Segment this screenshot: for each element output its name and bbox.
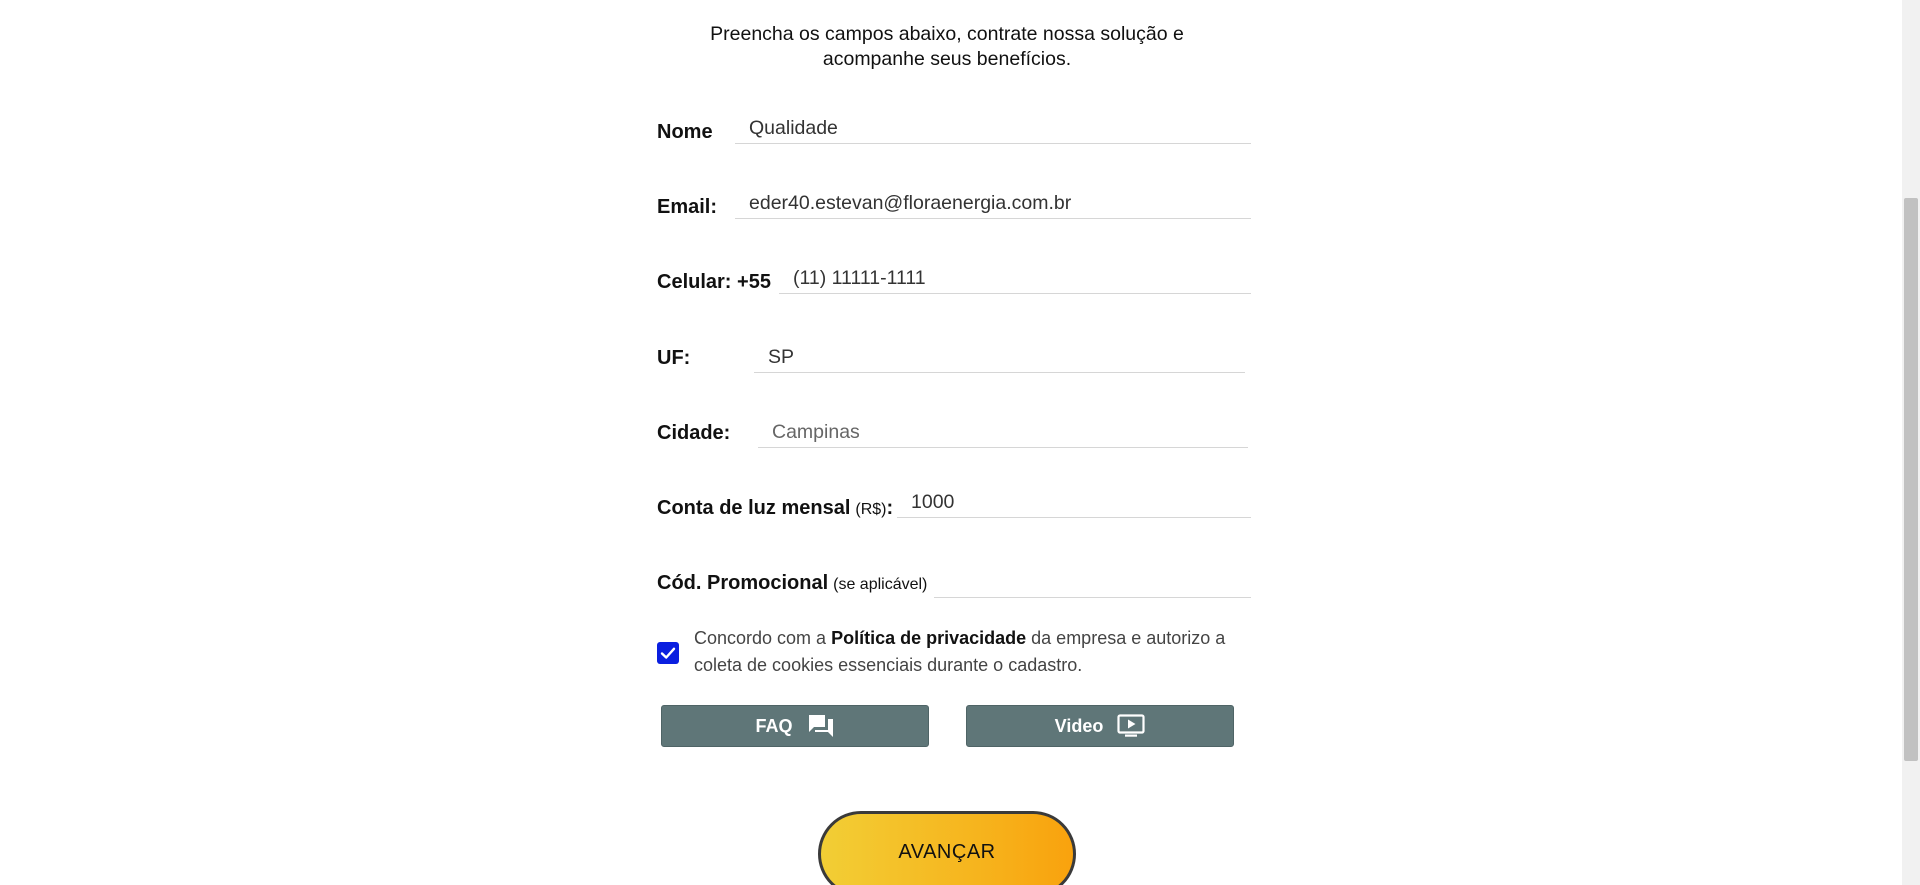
conta-colon: : xyxy=(886,497,894,519)
check-icon xyxy=(660,647,676,659)
cidade-label: Cidade: xyxy=(657,422,731,444)
conta-input[interactable] xyxy=(897,488,1251,518)
intro-line-1: Preencha os campos abaixo, contrate noss… xyxy=(710,23,1184,45)
advance-button-label: AVANÇAR xyxy=(898,841,996,863)
scrollbar-thumb[interactable] xyxy=(1904,198,1918,761)
page-scrollbar[interactable] xyxy=(1902,0,1920,885)
video-play-icon xyxy=(1117,714,1145,737)
promo-label-text: Cód. Promocional xyxy=(657,572,829,594)
celular-input[interactable] xyxy=(779,264,1251,294)
advance-button[interactable]: AVANÇAR xyxy=(818,811,1076,885)
intro-line-2: acompanhe seus benefícios. xyxy=(822,48,1072,70)
promo-label: Cód. Promocional (se aplicável) xyxy=(657,572,927,595)
faq-button[interactable]: FAQ xyxy=(661,705,929,747)
nome-input[interactable] xyxy=(735,114,1251,144)
email-label: Email: xyxy=(657,196,718,218)
registration-page: Preencha os campos abaixo, contrate noss… xyxy=(0,0,1920,885)
conta-label: Conta de luz mensal (R$): xyxy=(657,497,893,520)
intro-text: Preencha os campos abaixo, contrate noss… xyxy=(657,22,1237,72)
uf-select[interactable] xyxy=(754,343,1245,373)
consent-checkbox[interactable] xyxy=(657,642,679,664)
cidade-select[interactable] xyxy=(758,418,1248,448)
privacy-policy-link[interactable]: Política de privacidade xyxy=(831,628,1026,648)
uf-label: UF: xyxy=(657,347,691,369)
consent-text-before: Concordo com a xyxy=(694,628,832,648)
email-input[interactable] xyxy=(735,189,1251,219)
video-button-label: Video xyxy=(1054,715,1104,736)
faq-button-label: FAQ xyxy=(755,715,793,736)
promo-hint: (se aplicável) xyxy=(833,576,928,593)
celular-label: Celular: +55 xyxy=(657,271,771,293)
conta-label-text: Conta de luz mensal xyxy=(657,497,851,519)
consent-text: Concordo com a Política de privacidade d… xyxy=(694,625,1234,679)
promo-input[interactable] xyxy=(934,568,1251,598)
chat-icon xyxy=(808,715,833,737)
conta-unit: (R$) xyxy=(855,501,887,518)
nome-label: Nome xyxy=(657,121,713,143)
video-button[interactable]: Video xyxy=(966,705,1234,747)
